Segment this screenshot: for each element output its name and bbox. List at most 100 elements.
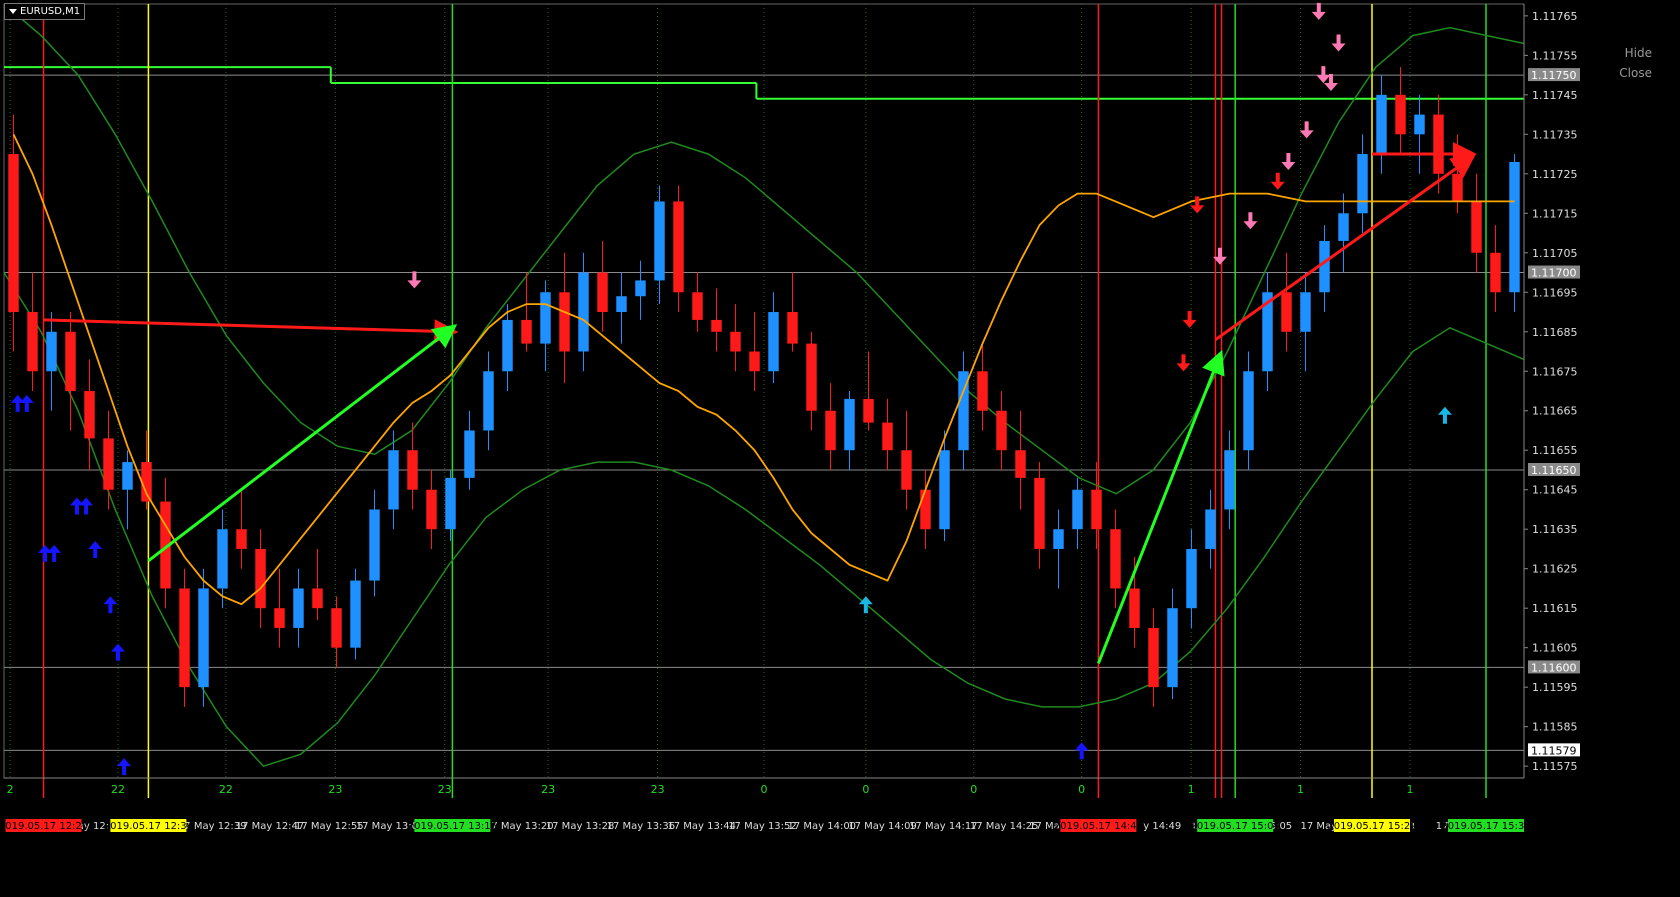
candle-body [1433,114,1444,174]
time-tick-label: 17 May 13:36 [607,821,676,832]
candle-body [977,371,988,411]
session-label: 1 [1297,783,1304,796]
session-label: 22 [219,783,233,796]
candle-body [1129,588,1140,628]
candle-body [1376,94,1387,155]
candle-body [1509,161,1520,293]
candle-body [730,331,741,352]
candle-body [1167,608,1178,688]
time-marker-label: 2019.05.17 15:04 [1191,821,1280,832]
session-label: 23 [438,783,452,796]
price-line-label: 1.11750 [1531,69,1577,82]
candle-body [502,319,513,372]
candle-body [901,450,912,490]
candle-body [1205,509,1216,549]
candle-body [844,398,855,451]
candle-body [1471,201,1482,253]
price-tick-label: 1.11745 [1532,89,1578,102]
candle-body [236,529,247,549]
candle-body [711,319,722,332]
candle-body [483,371,494,431]
candle-body [825,410,836,451]
session-label: 0 [761,783,768,796]
candle-body [1015,450,1026,478]
candle-body [84,391,95,439]
price-tick-label: 1.11585 [1532,721,1578,734]
candle-body [46,331,57,372]
candle-body [787,312,798,344]
candle-body [8,154,19,313]
session-label: 23 [328,783,342,796]
session-label: 1 [1188,783,1195,796]
price-tick-label: 1.11685 [1532,326,1578,339]
price-tick-label: 1.11665 [1532,405,1578,418]
candle-body [616,296,627,313]
close-button[interactable]: Close [1619,66,1652,80]
candle-body [806,343,817,411]
candle-body [882,422,893,451]
candle-body [369,509,380,581]
candle-body [996,410,1007,451]
candle-body [122,462,133,490]
time-tick-label: 17 May 14:00 [787,821,856,832]
candle-body [749,351,760,372]
price-tick-label: 1.11725 [1532,168,1578,181]
session-label: 23 [541,783,555,796]
candle-body [1395,94,1406,135]
price-tick-label: 1.11735 [1532,128,1578,141]
candle-body [559,292,570,352]
candle-body [1034,477,1045,549]
dropdown-triangle-icon[interactable] [9,9,17,14]
symbol-tag[interactable]: EURUSD,M1 [4,3,86,20]
candle-body [863,398,874,423]
price-line-label: 1.11600 [1531,661,1577,674]
price-line-label: 1.11579 [1531,744,1577,757]
price-tick-label: 1.11605 [1532,642,1578,655]
price-tick-label: 1.11675 [1532,365,1578,378]
price-chart[interactable]: 1.11765 1.11755 1.11745 1.11735 1.11725 1.117… [0,0,1680,897]
candle-body [540,292,551,344]
candle-body [920,489,931,530]
candle-body [673,201,684,293]
candle-body [597,272,608,313]
candle-body [1224,450,1235,510]
time-marker-label: 2019.05.17 14:47 [1054,821,1143,832]
price-tick-label: 1.11575 [1532,760,1578,773]
candle-body [255,548,266,609]
time-marker-label: 2019.05.17 15:38 [1441,821,1530,832]
candle-body [768,312,779,372]
candle-body [103,438,114,490]
candle-body [1186,548,1197,609]
candle-body [407,450,418,490]
symbol-label: EURUSD,M1 [20,6,81,17]
candle-body [1281,292,1292,332]
price-tick-label: 1.11655 [1532,444,1578,457]
candle-body [274,608,285,628]
candle-body [1110,529,1121,589]
candle-body [521,319,532,344]
candle-body [939,450,950,530]
price-tick-label: 1.11705 [1532,247,1578,260]
session-label: 0 [970,783,977,796]
price-axis: 1.11765 1.11755 1.11745 1.11735 1.11725 1.117… [1523,0,1680,897]
time-marker-label: 2019.05.17 13:16 [408,821,497,832]
price-tick-label: 1.11635 [1532,523,1578,536]
chart-background [0,0,1680,897]
price-tick-label: 1.11715 [1532,207,1578,220]
candle-body [1148,627,1159,688]
candle-body [198,588,209,688]
hide-button[interactable]: Hide [1625,46,1652,60]
candle-body [426,489,437,530]
candle-body [578,272,589,352]
candle-body [312,588,323,609]
time-tick-label: 17 May 14:09 [848,821,917,832]
time-tick-label: 17 May 13:52 [728,821,797,832]
candle-body [388,450,399,510]
price-line-label: 1.11650 [1531,464,1577,477]
candle-body [464,430,475,478]
candle-body [445,477,456,530]
candle-body [692,292,703,320]
session-label: 2 [7,783,14,796]
candle-body [1414,114,1425,135]
candle-body [141,462,152,502]
